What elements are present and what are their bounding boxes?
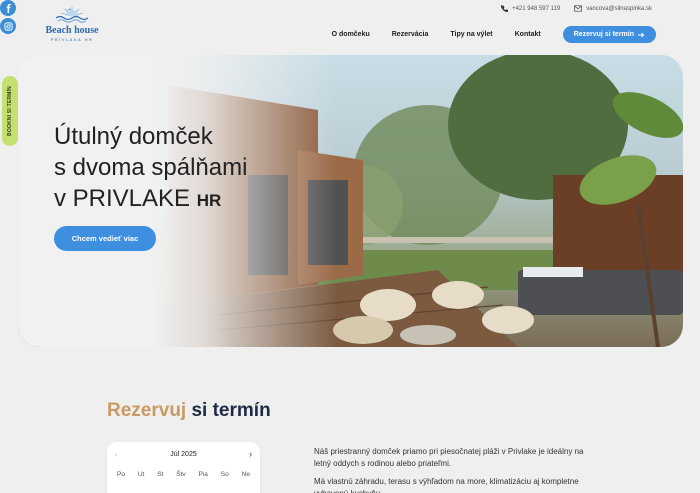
section-title: Rezervuj si termín bbox=[107, 400, 271, 422]
arrow-right-icon bbox=[638, 32, 645, 37]
hero: Útulný domček s dvoma spálňami v PRIVLAK… bbox=[18, 55, 683, 347]
hero-title-line1: Útulný domček bbox=[54, 123, 213, 150]
email-address: vancova@silnaspinka.sk bbox=[586, 5, 652, 12]
contact-bar: +421 948 597 119 vancova@silnaspinka.sk bbox=[501, 5, 652, 12]
logo-subtitle: PRIVLAKA HR bbox=[50, 37, 94, 42]
mail-icon bbox=[574, 5, 583, 12]
reserve-term-label: Rezervuj si termín bbox=[573, 31, 634, 38]
description-paragraph: Náš priestranný domček priamo pri piesoč… bbox=[314, 447, 584, 468]
social-links bbox=[0, 0, 16, 34]
nav-item-trips[interactable]: Tipy na výlet bbox=[450, 31, 492, 38]
calendar-weekdays: Po Ut St Štv Pia So Ne bbox=[117, 471, 250, 478]
nav-item-reservation[interactable]: Rezervácia bbox=[392, 31, 429, 38]
description-paragraph: Má vlastnú záhradu, terasu s výhľadom na… bbox=[314, 477, 579, 493]
logo[interactable]: Beach house PRIVLAKA HR bbox=[42, 4, 102, 48]
main-nav: O domčeku Rezervácia Tipy na výlet Konta… bbox=[332, 26, 656, 43]
contact-phone[interactable]: +421 948 597 119 bbox=[501, 5, 560, 12]
hero-title-line2: s dvoma spálňami bbox=[54, 154, 248, 181]
weekday: Ut bbox=[137, 471, 145, 478]
hero-title: Útulný domček s dvoma spálňami v PRIVLAK… bbox=[54, 121, 247, 216]
section-title-accent: Rezervuj bbox=[107, 400, 187, 421]
hero-title-suffix: HR bbox=[196, 191, 222, 210]
weekday: So bbox=[220, 471, 229, 478]
weekday: Ne bbox=[241, 471, 250, 478]
hero-title-line3: v PRIVLAKE bbox=[54, 185, 191, 212]
chevron-right-icon[interactable]: › bbox=[249, 449, 252, 459]
weekday: Po bbox=[117, 471, 125, 478]
logo-name: Beach house bbox=[45, 25, 99, 36]
instagram-icon[interactable] bbox=[0, 18, 16, 34]
weekday: Pia bbox=[198, 471, 208, 478]
sun-waves-icon bbox=[52, 4, 92, 24]
weekday: St bbox=[157, 471, 164, 478]
contact-email[interactable]: vancova@silnaspinka.sk bbox=[574, 5, 652, 12]
nav-item-about[interactable]: O domčeku bbox=[332, 31, 370, 38]
learn-more-button[interactable]: Chcem vedieť viac bbox=[54, 226, 156, 251]
calendar-month: Júl 2025 bbox=[107, 451, 260, 458]
reserve-term-button[interactable]: Rezervuj si termín bbox=[562, 26, 656, 43]
side-booking-tab[interactable]: BOOKNI SI TERMÍN bbox=[2, 76, 18, 146]
house-description: Náš priestranný domček priamo pri piesoč… bbox=[314, 446, 584, 493]
weekday: Štv bbox=[176, 471, 186, 478]
phone-number: +421 948 597 119 bbox=[512, 5, 561, 12]
facebook-icon[interactable] bbox=[0, 0, 16, 16]
phone-icon bbox=[501, 5, 509, 12]
calendar-year: 2025 bbox=[181, 451, 197, 458]
calendar-month-name: Júl bbox=[170, 451, 180, 458]
side-tab-label: BOOKNI SI TERMÍN bbox=[7, 86, 13, 136]
booking-calendar: ‹ Júl 2025 › Po Ut St Štv Pia So Ne bbox=[107, 442, 260, 493]
nav-item-contact[interactable]: Kontakt bbox=[515, 31, 541, 38]
section-title-rest: si termín bbox=[186, 400, 271, 421]
